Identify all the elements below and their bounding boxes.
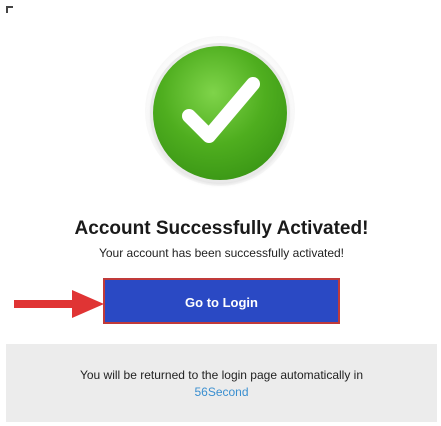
page-title: Account Successfully Activated! [74,218,369,239]
right-arrow-icon [14,290,104,318]
go-to-login-button[interactable]: Go to Login [103,278,340,324]
countdown-timer: 56Second [194,385,249,399]
redirect-message: You will be returned to the login page a… [79,368,364,382]
success-message: Your account has been successfully activ… [98,246,345,260]
checkmark-icon [182,77,260,143]
success-badge [153,46,287,180]
activation-card: Account Successfully Activated! Your acc… [6,6,437,422]
redirect-footer: You will be returned to the login page a… [6,344,437,422]
corner-mark [6,6,13,13]
